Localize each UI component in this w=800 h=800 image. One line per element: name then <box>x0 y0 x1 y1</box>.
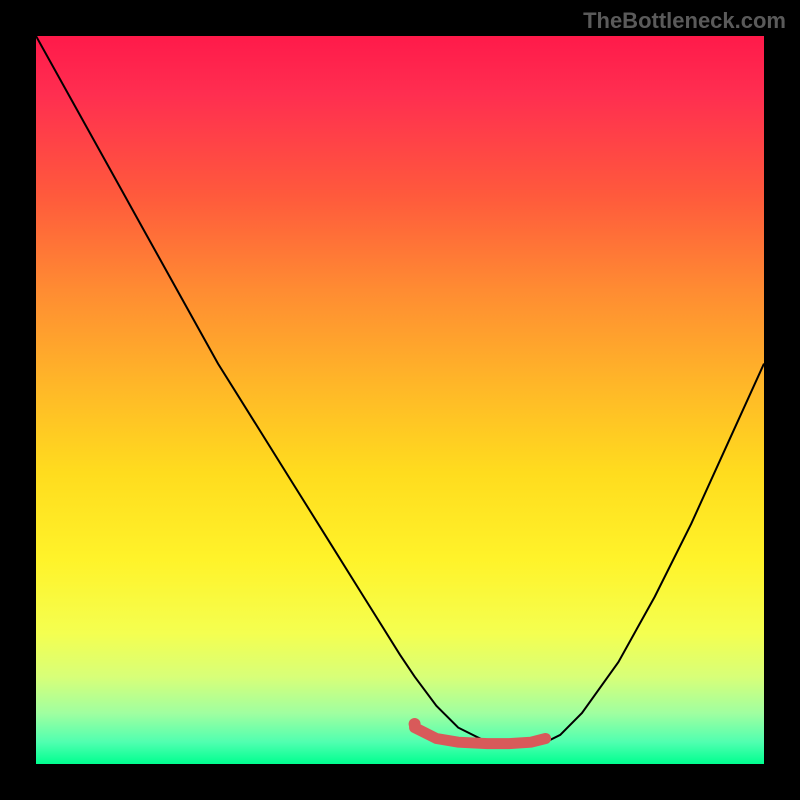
curve-line <box>36 36 764 746</box>
watermark-text: TheBottleneck.com <box>583 8 786 34</box>
plot-svg <box>36 36 764 764</box>
chart-container: TheBottleneck.com <box>0 0 800 800</box>
highlight-segment <box>415 728 546 744</box>
marker-dot <box>409 718 421 730</box>
chart-area <box>36 36 764 764</box>
